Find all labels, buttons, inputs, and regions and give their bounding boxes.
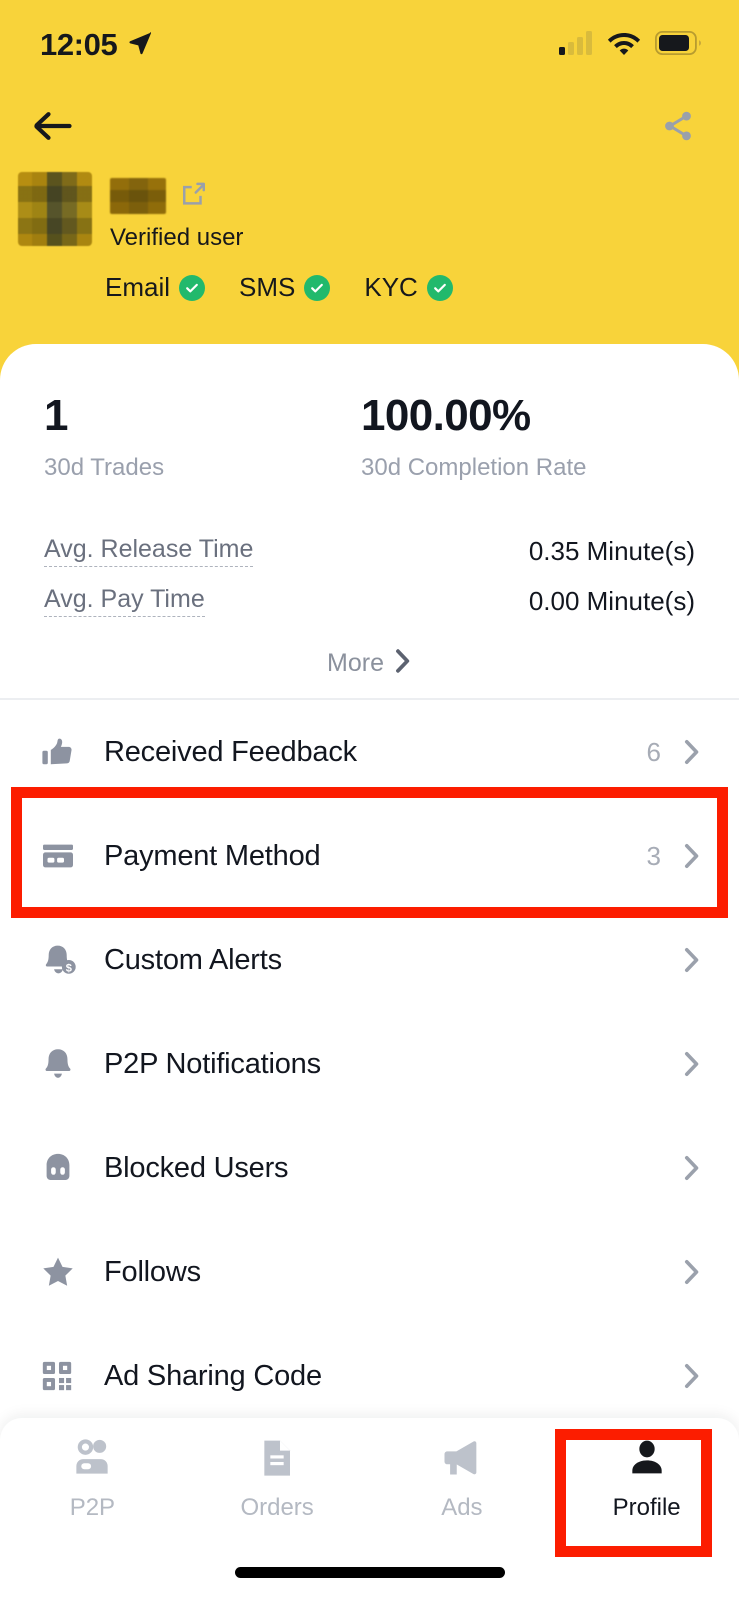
stat-completion-value: 100.00%	[361, 391, 531, 440]
stat-trades-value: 1	[44, 391, 68, 440]
back-button[interactable]	[30, 105, 76, 151]
stats-details: Avg. Release Time 0.35 Minute(s) Avg. Pa…	[0, 482, 739, 626]
menu-item-p2p-notifications[interactable]: P2P Notifications	[0, 1012, 739, 1116]
stat-release-time-value: 0.35 Minute(s)	[528, 535, 695, 566]
menu-label: Ad Sharing Code	[104, 1359, 322, 1392]
megaphone-icon	[441, 1436, 483, 1480]
cellular-signal-icon	[559, 30, 593, 60]
verification-badges: Email SMS KYC	[0, 272, 739, 303]
nav-label: Profile	[612, 1494, 681, 1521]
stat-trades-label: 30d Trades	[44, 454, 165, 481]
bottom-nav-items: P2P Orders Ads Profile	[0, 1418, 739, 1546]
person-icon	[628, 1436, 666, 1480]
menu-item-payment-method[interactable]: Payment Method 3	[0, 804, 739, 908]
bell-dollar-icon: $	[40, 942, 82, 978]
nickname-row	[110, 176, 243, 216]
menu-label: Blocked Users	[104, 1151, 289, 1184]
blocked-user-icon	[40, 1150, 82, 1186]
chevron-right-icon	[683, 946, 701, 974]
menu-label: P2P Notifications	[104, 1047, 321, 1080]
nickname-redacted	[110, 178, 166, 214]
stat-completion-label: 30d Completion Rate	[361, 454, 587, 481]
check-circle-icon	[179, 274, 206, 301]
nav-label: Ads	[441, 1494, 483, 1521]
check-circle-icon	[304, 274, 331, 301]
menu-item-follows[interactable]: Follows	[0, 1220, 739, 1324]
stat-trades: 1 30d Trades	[44, 394, 361, 482]
badge-email-label: Email	[105, 272, 171, 302]
nav-tab-profile[interactable]: Profile	[554, 1436, 739, 1546]
menu-item-received-feedback[interactable]: Received Feedback 6	[0, 700, 739, 804]
home-indicator	[234, 1567, 505, 1578]
wifi-icon	[607, 30, 641, 60]
chevron-right-icon	[394, 648, 412, 679]
share-icon	[661, 109, 695, 148]
bell-icon	[40, 1046, 82, 1082]
thumbs-up-icon	[40, 734, 82, 770]
document-icon	[259, 1436, 295, 1480]
nav-tab-p2p[interactable]: P2P	[0, 1436, 185, 1546]
avatar[interactable]	[18, 172, 92, 246]
status-time: 12:05	[40, 27, 118, 62]
nav-tab-ads[interactable]: Ads	[370, 1436, 555, 1546]
svg-text:$: $	[66, 962, 73, 974]
badge-kyc-label: KYC	[364, 272, 418, 302]
chevron-right-icon	[683, 1258, 701, 1286]
badge-email: Email	[105, 272, 206, 303]
stat-pay-time-row: Avg. Pay Time 0.00 Minute(s)	[44, 576, 695, 626]
chevron-right-icon	[683, 1154, 701, 1182]
battery-icon	[654, 30, 701, 60]
verified-user-label: Verified user	[110, 224, 244, 251]
menu-label: Received Feedback	[104, 735, 357, 768]
qr-code-icon	[40, 1359, 82, 1393]
credit-card-icon	[40, 838, 82, 874]
menu-count: 6	[646, 736, 661, 767]
profile-identity: Verified user Email SMS KYC	[0, 172, 739, 303]
stat-pay-time-label[interactable]: Avg. Pay Time	[44, 585, 205, 617]
badge-sms: SMS	[239, 272, 331, 303]
more-button[interactable]: More	[0, 648, 739, 679]
menu-item-custom-alerts[interactable]: $ Custom Alerts	[0, 908, 739, 1012]
chevron-right-icon	[683, 1362, 701, 1390]
menu-label: Follows	[104, 1255, 201, 1288]
back-arrow-icon	[33, 110, 73, 147]
check-circle-icon	[426, 274, 453, 301]
nav-label: P2P	[69, 1494, 116, 1521]
badge-sms-label: SMS	[239, 272, 296, 302]
bottom-navigation: P2P Orders Ads Profile	[0, 1418, 739, 1600]
stats-card: 1 30d Trades 100.00% 30d Completion Rate…	[0, 344, 739, 700]
status-bar: 12:05	[0, 0, 739, 90]
status-indicators	[559, 30, 701, 60]
menu-label: Custom Alerts	[104, 943, 282, 976]
badge-kyc: KYC	[364, 272, 453, 303]
chevron-right-icon	[683, 842, 701, 870]
more-label: More	[327, 649, 384, 677]
profile-header: 12:05 Verified user Email SMS KYC	[0, 0, 739, 400]
app-screen: 12:05 Verified user Email SMS KYC 1 30d …	[0, 0, 739, 1600]
chevron-right-icon	[683, 738, 701, 766]
menu-list: Received Feedback 6 Payment Method 3 $ C…	[0, 700, 739, 1428]
share-button[interactable]	[655, 105, 701, 151]
menu-label: Payment Method	[104, 839, 321, 872]
location-arrow-icon	[127, 30, 153, 61]
header-nav-row	[0, 96, 739, 160]
star-icon	[40, 1254, 82, 1290]
menu-count: 3	[646, 840, 661, 871]
edit-pencil-icon[interactable]	[178, 179, 208, 214]
stat-release-time-label[interactable]: Avg. Release Time	[44, 535, 254, 567]
people-icon	[70, 1436, 114, 1480]
chevron-right-icon	[683, 1050, 701, 1078]
profile-name-column: Verified user	[110, 172, 243, 252]
stat-pay-time-value: 0.00 Minute(s)	[528, 585, 695, 616]
menu-item-blocked-users[interactable]: Blocked Users	[0, 1116, 739, 1220]
stat-completion: 100.00% 30d Completion Rate	[361, 394, 586, 482]
nav-label: Orders	[240, 1494, 314, 1521]
nav-tab-orders[interactable]: Orders	[185, 1436, 370, 1546]
profile-row: Verified user	[0, 172, 739, 252]
menu-item-ad-sharing-code[interactable]: Ad Sharing Code	[0, 1324, 739, 1428]
stats-summary: 1 30d Trades 100.00% 30d Completion Rate	[0, 344, 739, 482]
stat-release-time-row: Avg. Release Time 0.35 Minute(s)	[44, 526, 695, 576]
status-time-group: 12:05	[40, 27, 153, 63]
